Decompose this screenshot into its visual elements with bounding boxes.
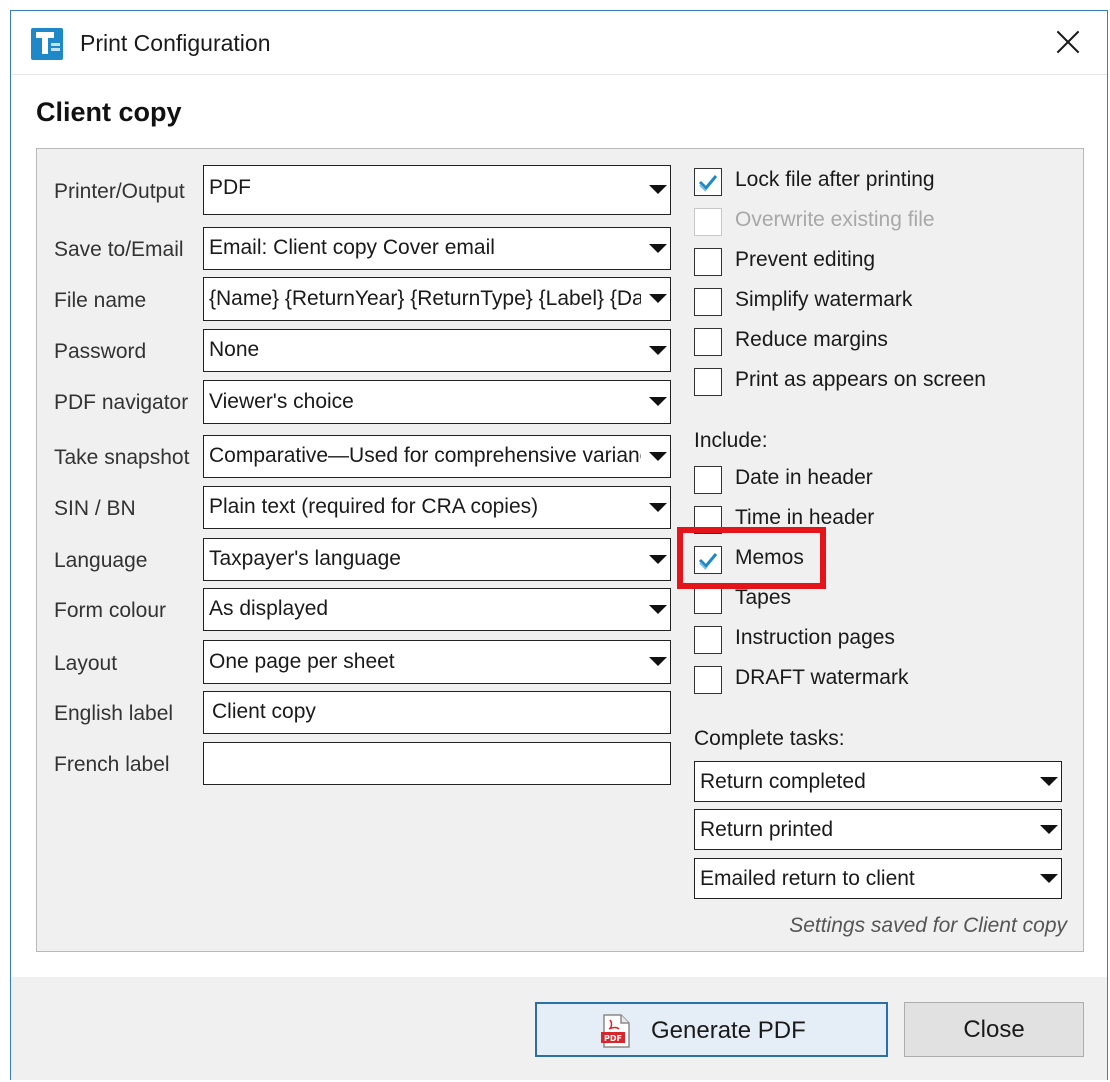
printer-output-value: PDF xyxy=(209,176,251,199)
overwrite-file-label: Overwrite existing file xyxy=(735,208,935,231)
title-bar: Print Configuration xyxy=(11,11,1107,75)
pdf-navigator-value: Viewer's choice xyxy=(209,390,354,413)
english-label-label: English label xyxy=(54,702,174,725)
time-in-header-checkbox[interactable] xyxy=(694,506,722,534)
draft-watermark-checkbox[interactable] xyxy=(694,666,722,694)
chevron-down-icon xyxy=(649,605,667,614)
lock-file-label: Lock file after printing xyxy=(735,168,935,191)
take-snapshot-select[interactable]: Comparative—Used for comprehensive varia… xyxy=(203,435,671,478)
print-as-appears-checkbox[interactable] xyxy=(694,368,722,396)
layout-value: One page per sheet xyxy=(209,650,395,673)
chevron-down-icon xyxy=(1040,777,1058,786)
printer-output-select[interactable]: PDF xyxy=(203,165,671,215)
task-select-3[interactable]: Emailed return to client xyxy=(694,858,1062,899)
chevron-down-icon xyxy=(649,555,667,564)
take-snapshot-label: Take snapshot xyxy=(54,446,190,469)
form-colour-value: As displayed xyxy=(209,597,329,620)
lock-file-checkbox[interactable] xyxy=(694,168,722,196)
form-colour-select[interactable]: As displayed xyxy=(203,588,671,631)
task-select-2[interactable]: Return printed xyxy=(694,809,1062,850)
french-label-input[interactable] xyxy=(203,742,671,785)
language-select[interactable]: Taxpayer's language xyxy=(203,538,671,581)
language-value: Taxpayer's language xyxy=(209,547,401,570)
pdf-navigator-select[interactable]: Viewer's choice xyxy=(203,380,671,424)
chevron-down-icon xyxy=(1040,874,1058,883)
window-title: Print Configuration xyxy=(80,30,271,56)
save-to-email-select[interactable]: Email: Client copy Cover email xyxy=(203,227,671,270)
chevron-down-icon xyxy=(649,346,667,355)
pdf-navigator-label: PDF navigator xyxy=(54,391,189,414)
generate-pdf-button[interactable]: PDF Generate PDF xyxy=(535,1002,888,1057)
password-value: None xyxy=(209,338,260,361)
save-to-email-label: Save to/Email xyxy=(54,238,184,261)
reduce-margins-checkbox[interactable] xyxy=(694,328,722,356)
complete-tasks-label: Complete tasks: xyxy=(694,727,845,750)
include-group-label: Include: xyxy=(694,429,768,452)
svg-text:PDF: PDF xyxy=(604,1034,622,1043)
printer-output-label: Printer/Output xyxy=(54,180,185,203)
layout-select[interactable]: One page per sheet xyxy=(203,640,671,684)
chevron-down-icon xyxy=(649,657,667,666)
chevron-down-icon xyxy=(649,244,667,253)
memos-checkbox[interactable] xyxy=(694,546,722,574)
task-select-1[interactable]: Return completed xyxy=(694,761,1062,802)
chevron-down-icon xyxy=(649,397,667,406)
reduce-margins-label: Reduce margins xyxy=(735,328,888,351)
checkmark-icon xyxy=(698,553,718,570)
sin-bn-value: Plain text (required for CRA copies) xyxy=(209,495,539,518)
instruction-pages-label: Instruction pages xyxy=(735,626,895,649)
chevron-down-icon xyxy=(649,185,667,194)
english-label-value: Client copy xyxy=(212,700,316,723)
instruction-pages-checkbox[interactable] xyxy=(694,626,722,654)
chevron-down-icon xyxy=(649,452,667,461)
draft-watermark-label: DRAFT watermark xyxy=(735,666,909,689)
print-as-appears-label: Print as appears on screen xyxy=(735,368,986,391)
overwrite-file-checkbox xyxy=(694,208,722,236)
close-button-label: Close xyxy=(963,1016,1025,1043)
time-in-header-label: Time in header xyxy=(735,506,875,529)
layout-label: Layout xyxy=(54,652,118,675)
date-in-header-checkbox[interactable] xyxy=(694,466,722,494)
generate-pdf-label: Generate PDF xyxy=(651,1017,806,1044)
password-label: Password xyxy=(54,340,147,363)
chevron-down-icon xyxy=(649,503,667,512)
tapes-label: Tapes xyxy=(735,586,792,609)
task-select-3-value: Emailed return to client xyxy=(700,867,915,890)
print-configuration-dialog: Print Configuration Client copy Printer/… xyxy=(10,10,1108,1080)
simplify-watermark-label: Simplify watermark xyxy=(735,288,913,311)
chevron-down-icon xyxy=(649,294,667,303)
task-select-2-value: Return printed xyxy=(700,818,834,841)
task-select-1-value: Return completed xyxy=(700,770,866,793)
file-name-value: {Name} {ReturnYear} {ReturnType} {Label}… xyxy=(209,287,641,310)
french-label-label: French label xyxy=(54,753,170,776)
take-snapshot-value: Comparative—Used for comprehensive varia… xyxy=(209,444,641,467)
pdf-file-icon: PDF xyxy=(601,1014,630,1048)
save-to-email-value: Email: Client copy Cover email xyxy=(209,236,495,259)
sin-bn-select[interactable]: Plain text (required for CRA copies) xyxy=(203,486,671,529)
prevent-editing-checkbox[interactable] xyxy=(694,248,722,276)
checkmark-icon xyxy=(698,175,718,192)
sin-bn-label: SIN / BN xyxy=(54,497,136,520)
tapes-checkbox[interactable] xyxy=(694,586,722,614)
form-colour-label: Form colour xyxy=(54,599,167,622)
app-logo-icon xyxy=(31,28,63,60)
date-in-header-label: Date in header xyxy=(735,466,873,489)
close-button[interactable]: Close xyxy=(904,1002,1084,1057)
file-name-label: File name xyxy=(54,289,147,312)
english-label-input[interactable]: Client copy xyxy=(203,691,671,734)
close-icon[interactable] xyxy=(1051,25,1085,59)
simplify-watermark-checkbox[interactable] xyxy=(694,288,722,316)
chevron-down-icon xyxy=(1040,825,1058,834)
prevent-editing-label: Prevent editing xyxy=(735,248,876,271)
file-name-select[interactable]: {Name} {ReturnYear} {ReturnType} {Label}… xyxy=(203,277,671,321)
dialog-footer: PDF Generate PDF Close xyxy=(11,977,1107,1080)
settings-panel: Printer/Output PDF Save to/Email Email: … xyxy=(36,148,1084,952)
language-label: Language xyxy=(54,549,148,572)
section-title: Client copy xyxy=(36,97,182,127)
settings-saved-note: Settings saved for Client copy xyxy=(789,914,1067,937)
memos-label: Memos xyxy=(735,546,804,569)
password-select[interactable]: None xyxy=(203,329,671,372)
